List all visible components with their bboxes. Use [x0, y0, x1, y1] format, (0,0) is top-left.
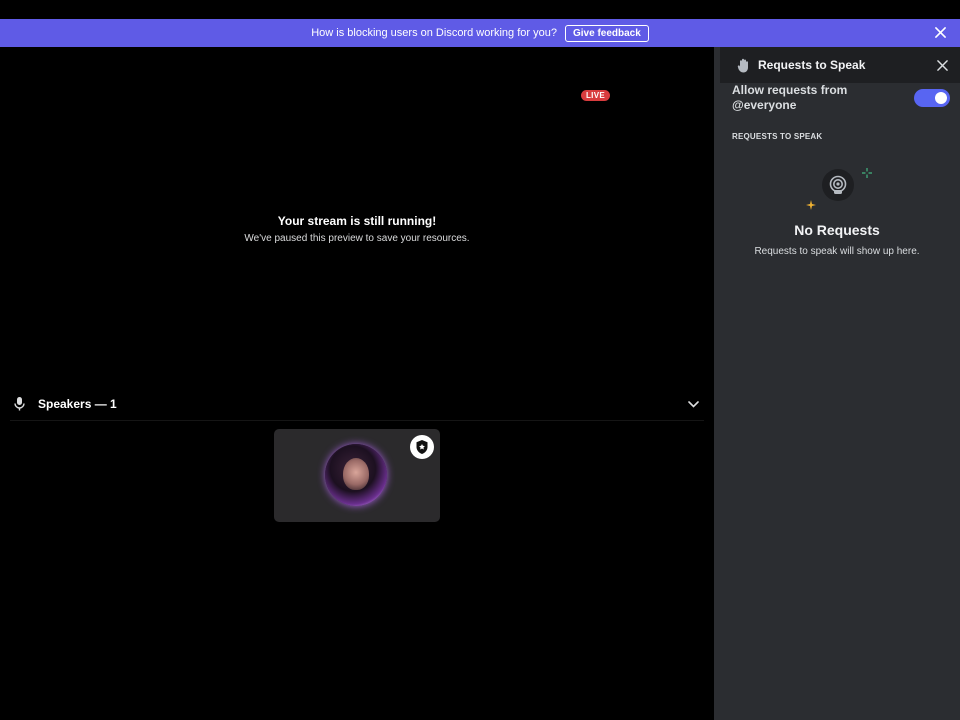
empty-state-illustration	[802, 165, 874, 217]
allow-requests-setting: Allow requests from @everyone	[732, 83, 950, 113]
sparkle-icon	[806, 197, 816, 210]
stage-moderator-icon	[410, 435, 434, 459]
stage-channel-icon	[822, 169, 854, 201]
stream-paused-notice: Your stream is still running! We've paus…	[0, 214, 714, 244]
speaker-avatar-face	[343, 458, 369, 490]
toggle-knob	[935, 92, 947, 104]
close-icon[interactable]	[934, 57, 950, 73]
empty-state-subtitle: Requests to speak will show up here.	[754, 246, 920, 257]
raised-hand-icon	[736, 57, 752, 73]
microphone-icon	[12, 397, 26, 411]
speakers-divider	[10, 420, 704, 421]
feedback-banner: How is blocking users on Discord working…	[0, 19, 960, 47]
speakers-label: Speakers — 1	[38, 397, 117, 411]
allow-requests-label: Allow requests from @everyone	[732, 83, 848, 112]
allow-requests-toggle[interactable]	[914, 89, 950, 107]
speaker-avatar	[325, 444, 387, 506]
panel-title: Requests to Speak	[758, 58, 866, 72]
banner-close-icon[interactable]	[932, 24, 948, 40]
empty-state-title: No Requests	[794, 222, 880, 238]
stream-stage: LIVE Your stream is still running! We've…	[0, 47, 714, 720]
window-top-strip	[0, 0, 960, 19]
paused-title: Your stream is still running!	[277, 214, 437, 228]
requests-to-speak-panel: Requests to Speak Allow requests from @e…	[714, 47, 960, 720]
chevron-down-icon[interactable]	[686, 397, 700, 411]
banner-message: How is blocking users on Discord working…	[311, 27, 557, 39]
panel-header: Requests to Speak	[720, 47, 960, 83]
sparkle-icon	[861, 165, 873, 179]
paused-subtitle: We've paused this preview to save your r…	[244, 233, 470, 244]
speakers-section-header[interactable]: Speakers — 1	[0, 390, 714, 418]
give-feedback-button[interactable]: Give feedback	[564, 24, 649, 42]
speaker-tile[interactable]	[274, 429, 440, 522]
live-badge: LIVE	[581, 90, 610, 101]
requests-section-label: REQUESTS TO SPEAK	[732, 132, 823, 141]
